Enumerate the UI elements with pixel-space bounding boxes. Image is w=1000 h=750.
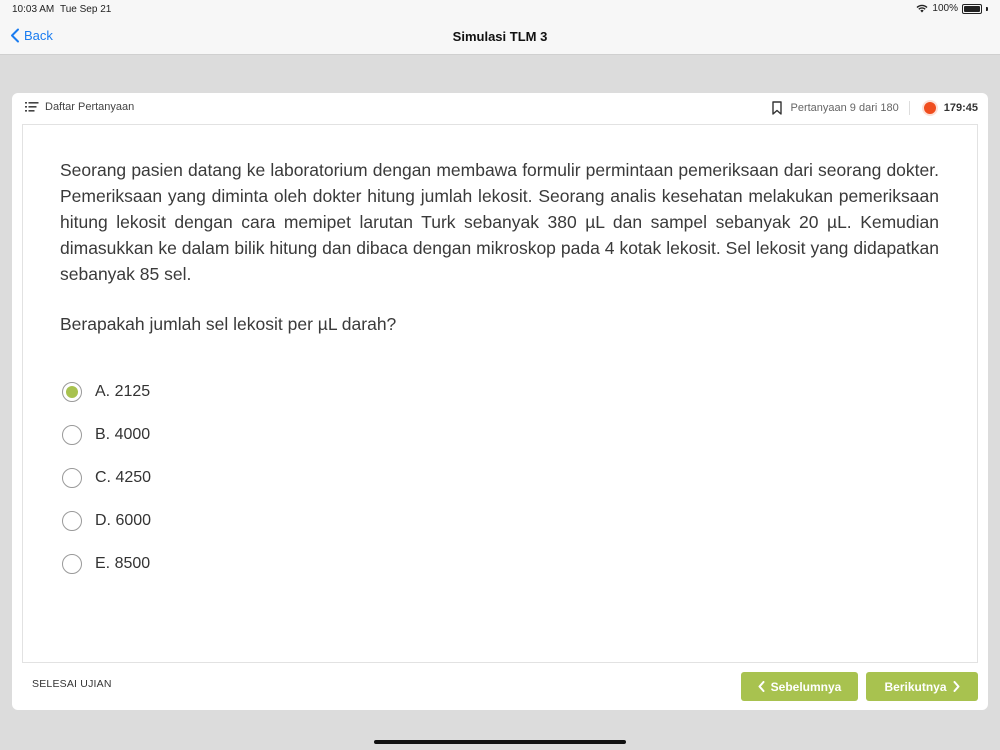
- status-time: 10:03 AM: [12, 4, 55, 15]
- exam-card: Daftar Pertanyaan Pertanyaan 9 dari 180 …: [12, 93, 988, 710]
- option-b[interactable]: B. 4000: [62, 413, 151, 456]
- page-title: Simulasi TLM 3: [452, 29, 548, 44]
- question-list-label: Daftar Pertanyaan: [45, 101, 135, 113]
- bookmark-icon: [772, 101, 783, 115]
- status-date: Tue Sep 21: [60, 4, 112, 15]
- list-icon: [25, 102, 39, 112]
- option-label: B. 4000: [95, 425, 151, 443]
- radio-icon[interactable]: [62, 467, 82, 488]
- answer-options: A. 2125 B. 4000 C. 4250 D. 6000 E. 8500: [62, 370, 151, 585]
- question-prompt: Berapakah jumlah sel lekosit per µL dara…: [60, 314, 397, 334]
- previous-button[interactable]: Sebelumnya: [741, 672, 858, 701]
- battery-tip: [986, 6, 988, 11]
- option-label: D. 6000: [95, 511, 152, 529]
- next-label: Berikutnya: [884, 679, 947, 694]
- home-indicator: [374, 740, 626, 744]
- radio-icon[interactable]: [62, 510, 82, 531]
- navigation-bar: Back Simulasi TLM 3: [0, 18, 1000, 55]
- next-button[interactable]: Berikutnya: [866, 672, 978, 701]
- finish-exam-button[interactable]: SELESAI UJIAN: [32, 678, 112, 690]
- record-dot-icon: [921, 100, 938, 116]
- status-right: 100%: [916, 3, 988, 14]
- previous-label: Sebelumnya: [770, 679, 842, 694]
- header-right: Pertanyaan 9 dari 180 179:45: [772, 100, 978, 116]
- timer: 179:45: [943, 102, 978, 114]
- card-header: Daftar Pertanyaan Pertanyaan 9 dari 180 …: [12, 93, 988, 124]
- chevron-right-icon: [953, 681, 960, 692]
- status-bar: 10:03 AM Tue Sep 21 100%: [0, 0, 1000, 18]
- header-divider: [908, 101, 910, 115]
- question-area: Seorang pasien datang ke laboratorium de…: [22, 124, 978, 663]
- radio-dot: [66, 385, 78, 398]
- progress-label: Pertanyaan 9 dari 180: [790, 102, 899, 114]
- option-c[interactable]: C. 4250: [62, 456, 151, 499]
- battery-icon: [962, 3, 982, 14]
- option-label: C. 4250: [95, 468, 152, 486]
- radio-selected-icon[interactable]: [62, 381, 82, 402]
- chevron-left-icon: [758, 681, 765, 692]
- radio-icon[interactable]: [62, 424, 82, 445]
- option-e[interactable]: E. 8500: [62, 542, 151, 585]
- option-d[interactable]: D. 6000: [62, 499, 151, 542]
- option-label: E. 8500: [95, 554, 151, 572]
- option-label: A. 2125: [95, 382, 151, 400]
- wifi-icon: [916, 4, 928, 13]
- option-a[interactable]: A. 2125: [62, 370, 151, 413]
- bookmark-button[interactable]: [772, 101, 783, 115]
- card-footer: SELESAI UJIAN Sebelumnya Berikutnya: [12, 661, 988, 710]
- radio-icon[interactable]: [62, 553, 82, 574]
- question-text: Seorang pasien datang ke laboratorium de…: [60, 160, 939, 284]
- battery-percent: 100%: [932, 3, 958, 14]
- question-list-button[interactable]: Daftar Pertanyaan: [25, 101, 134, 113]
